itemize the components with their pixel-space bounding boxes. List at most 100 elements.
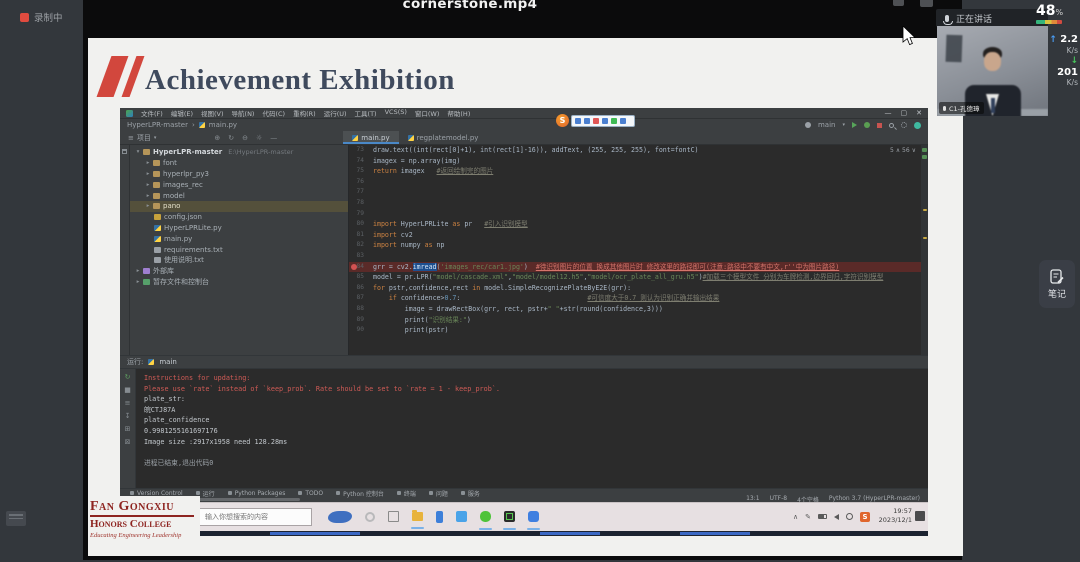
ime-tool-icon[interactable] [602, 118, 608, 124]
line-number[interactable]: 78 [349, 198, 369, 209]
tree-expand-icon[interactable]: ▸ [144, 193, 152, 199]
panel-tool-icon[interactable]: — [270, 134, 277, 142]
battery-icon[interactable] [818, 514, 827, 519]
menu-item[interactable]: 导航(N) [232, 108, 255, 118]
line-number[interactable]: 90 [349, 325, 369, 336]
panel-tool-icon[interactable]: ⊖ [242, 134, 248, 142]
pen-icon[interactable]: ✎ [805, 513, 811, 521]
close-button[interactable]: ✕ [916, 109, 922, 117]
breakpoint-icon[interactable] [351, 264, 357, 270]
tree-item[interactable]: ▸暂存文件和控制台 [130, 277, 348, 288]
line-number[interactable]: 73 [349, 145, 369, 156]
tree-expand-icon[interactable]: ▾ [134, 149, 142, 155]
panel-tool-icon[interactable]: ↻ [228, 134, 234, 142]
taskbar-search[interactable] [198, 508, 312, 526]
menu-item[interactable]: 运行(U) [324, 108, 347, 118]
tree-item[interactable]: main.py [130, 233, 348, 244]
maximize-button[interactable]: ▢ [901, 109, 908, 117]
tree-item[interactable]: ▾HyperLPR-masterE:\HyperLPR-master [130, 147, 348, 158]
console-tab[interactable]: main [159, 358, 177, 366]
line-number[interactable]: 74 [349, 156, 369, 167]
line-number[interactable]: 81 [349, 230, 369, 241]
tool-window-button[interactable]: 终端 [397, 489, 416, 498]
notification-center-icon[interactable] [915, 511, 925, 521]
statusbar-item[interactable]: UTF-8 [770, 495, 788, 502]
tree-item[interactable]: ▸外部库 [130, 266, 348, 277]
tree-item[interactable]: requirements.txt [130, 244, 348, 255]
task-view-icon[interactable] [388, 511, 399, 522]
tree-expand-icon[interactable]: ▸ [144, 171, 152, 177]
user-icon[interactable] [805, 122, 811, 128]
toolbar-partial-icon[interactable] [920, 0, 933, 7]
settings-gear-icon[interactable] [901, 122, 907, 128]
file-explorer-icon[interactable] [412, 512, 423, 521]
line-number[interactable]: 86 [349, 283, 369, 294]
tree-item[interactable]: ▸font [130, 158, 348, 169]
tree-item[interactable]: ▸pano [130, 201, 348, 212]
line-number[interactable]: 88 [349, 304, 369, 315]
tree-expand-icon[interactable]: ▸ [134, 268, 142, 274]
line-number[interactable]: 87 [349, 293, 369, 304]
taskbar-clock[interactable]: 19:57 2023/12/1 [879, 507, 912, 525]
browser-icon[interactable] [328, 511, 352, 523]
toolbar-partial-icon[interactable] [893, 0, 904, 6]
hidden-icons-chevron[interactable]: ∧ [793, 513, 798, 521]
menu-item[interactable]: 重构(R) [293, 108, 316, 118]
tree-expand-icon[interactable]: ▸ [144, 160, 152, 166]
whiteboard-icon[interactable] [6, 511, 26, 526]
menu-item[interactable]: 工具(T) [355, 108, 377, 118]
run-config-selector[interactable]: main [818, 121, 836, 129]
sogou-ime-icon[interactable]: S [860, 512, 870, 522]
mail-icon[interactable] [456, 511, 467, 522]
menu-item[interactable]: 文件(F) [141, 108, 163, 118]
line-number[interactable]: 80 [349, 219, 369, 230]
menu-item[interactable]: 视图(V) [201, 108, 224, 118]
search-icon[interactable] [889, 123, 894, 128]
ime-tool-icon[interactable] [611, 118, 617, 124]
panel-tool-icon[interactable]: ⊕ [214, 134, 220, 142]
participant-webcam[interactable]: C1-孔德璋 [937, 26, 1048, 116]
ime-tool-icon[interactable] [620, 118, 626, 124]
tool-window-button[interactable]: TODO [298, 490, 323, 497]
soft-wrap-icon[interactable]: ⊞ [125, 425, 131, 433]
project-panel-header[interactable]: ≡ 项目 ▾ [120, 131, 156, 144]
tool-window-button[interactable]: Python Packages [228, 490, 286, 497]
ime-tool-icon[interactable] [575, 118, 581, 124]
code-editor[interactable]: 73draw.text((int(rect[0]+1), int(rect[1]… [349, 145, 928, 355]
breadcrumb-file[interactable]: main.py [209, 121, 237, 129]
line-number[interactable]: 77 [349, 187, 369, 198]
editor-scrollbar[interactable] [921, 145, 928, 355]
tree-expand-icon[interactable]: ▸ [144, 182, 152, 188]
statusbar-item[interactable]: 4个空格 [797, 495, 819, 502]
meeting-app-icon[interactable] [528, 511, 539, 522]
editor-tab[interactable]: regplatemodel.py [399, 131, 488, 144]
tool-window-button[interactable]: 问题 [429, 489, 448, 498]
tool-window-button[interactable]: Python 控制台 [336, 489, 384, 498]
project-stripe-icon[interactable] [122, 149, 127, 154]
rerun-icon[interactable]: ↻ [125, 373, 131, 381]
search-input[interactable] [199, 512, 311, 522]
restore-layout-icon[interactable]: ≡ [125, 399, 131, 407]
run-button[interactable] [852, 122, 857, 128]
inspection-widget[interactable]: 5 ∧ 56 ∨ [890, 146, 916, 157]
line-number[interactable]: 83 [349, 251, 369, 262]
menu-item[interactable]: VCS(S) [385, 108, 407, 118]
statusbar-item[interactable]: 13:1 [746, 495, 759, 502]
line-number[interactable]: 76 [349, 177, 369, 188]
sogou-logo-icon[interactable]: S [556, 114, 569, 127]
editor-tab[interactable]: main.py [343, 131, 398, 144]
breadcrumb-project[interactable]: HyperLPR-master [127, 121, 188, 129]
stop-icon[interactable]: ■ [124, 386, 131, 394]
clear-icon[interactable]: ⊠ [125, 438, 131, 446]
tree-item[interactable]: ▸model [130, 190, 348, 201]
tool-window-button[interactable]: 服务 [461, 489, 480, 498]
line-number[interactable]: 75 [349, 166, 369, 177]
panel-tool-icon[interactable]: ☼ [256, 134, 262, 142]
notes-button[interactable]: 笔记 [1039, 260, 1075, 308]
network-icon[interactable] [846, 513, 853, 520]
tree-item[interactable]: ▸images_rec [130, 179, 348, 190]
phone-icon[interactable] [436, 511, 443, 523]
wechat-icon[interactable] [480, 511, 491, 522]
line-number[interactable]: 89 [349, 315, 369, 326]
menu-item[interactable]: 代码(C) [262, 108, 285, 118]
